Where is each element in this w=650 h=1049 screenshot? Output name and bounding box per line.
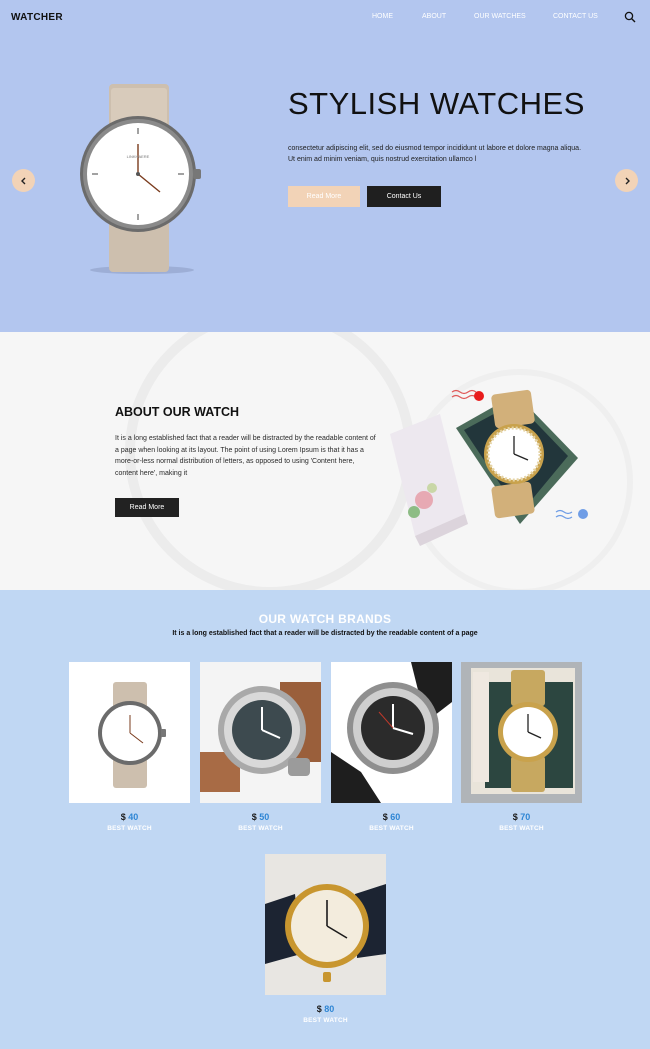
product-label[interactable]: BEST WATCH [265, 1017, 386, 1024]
product-image[interactable] [331, 662, 452, 803]
product-price: $ 80 [316, 1004, 335, 1014]
about-read-more-button[interactable]: Read More [115, 498, 179, 517]
nav-home[interactable]: HOME [372, 13, 393, 20]
chevron-left-icon [20, 177, 25, 184]
product-image[interactable] [69, 662, 190, 803]
brands-subtitle: It is a long established fact that a rea… [172, 630, 478, 637]
product-price: $ 70 [512, 812, 531, 822]
product-image[interactable] [461, 662, 582, 803]
product-card[interactable]: $ 50 BEST WATCH [200, 662, 321, 832]
nav-about[interactable]: ABOUT [422, 13, 446, 20]
svg-text:LINKHAERE: LINKHAERE [127, 154, 150, 159]
hero-section: WATCHER HOME ABOUT OUR WATCHES CONTACT U… [0, 0, 650, 332]
carousel-next-button[interactable] [615, 169, 638, 192]
hero-watch-image: LINKHAERE [80, 84, 201, 274]
hero-text: consectetur adipiscing elit, sed do eius… [288, 145, 582, 163]
search-icon[interactable] [624, 11, 636, 23]
product-price: $ 50 [251, 812, 270, 822]
product-label[interactable]: BEST WATCH [461, 825, 582, 832]
contact-us-button[interactable]: Contact Us [367, 186, 441, 207]
carousel-prev-button[interactable] [12, 169, 35, 192]
about-section: ABOUT OUR WATCH It is a long established… [0, 332, 650, 590]
read-more-button[interactable]: Read More [288, 186, 360, 207]
product-card[interactable]: $ 40 BEST WATCH [69, 662, 190, 832]
about-text: It is a long established fact that a rea… [115, 435, 376, 477]
top-nav: WATCHER HOME ABOUT OUR WATCHES CONTACT U… [0, 0, 650, 34]
product-card[interactable]: $ 80 BEST WATCH [265, 854, 386, 1024]
product-image[interactable] [265, 854, 386, 995]
nav-our-watches[interactable]: OUR WATCHES [474, 13, 526, 20]
product-price: $ 40 [120, 812, 139, 822]
about-watch-box-image [390, 389, 588, 546]
brand-logo[interactable]: WATCHER [11, 12, 63, 23]
chevron-right-icon [625, 177, 630, 184]
product-label[interactable]: BEST WATCH [331, 825, 452, 832]
hero-title: STYLISH WATCHES [288, 86, 585, 121]
product-label[interactable]: BEST WATCH [69, 825, 190, 832]
nav-contact-us[interactable]: CONTACT US [553, 13, 598, 20]
product-image[interactable] [200, 662, 321, 803]
about-title: ABOUT OUR WATCH [115, 405, 240, 419]
brands-title: OUR WATCH BRANDS [258, 612, 392, 626]
product-card[interactable]: $ 60 BEST WATCH [331, 662, 452, 832]
brands-section: OUR WATCH BRANDS It is a long establishe… [0, 590, 650, 1049]
product-label[interactable]: BEST WATCH [200, 825, 321, 832]
product-price: $ 60 [382, 812, 401, 822]
product-card[interactable]: $ 70 BEST WATCH [461, 662, 582, 832]
